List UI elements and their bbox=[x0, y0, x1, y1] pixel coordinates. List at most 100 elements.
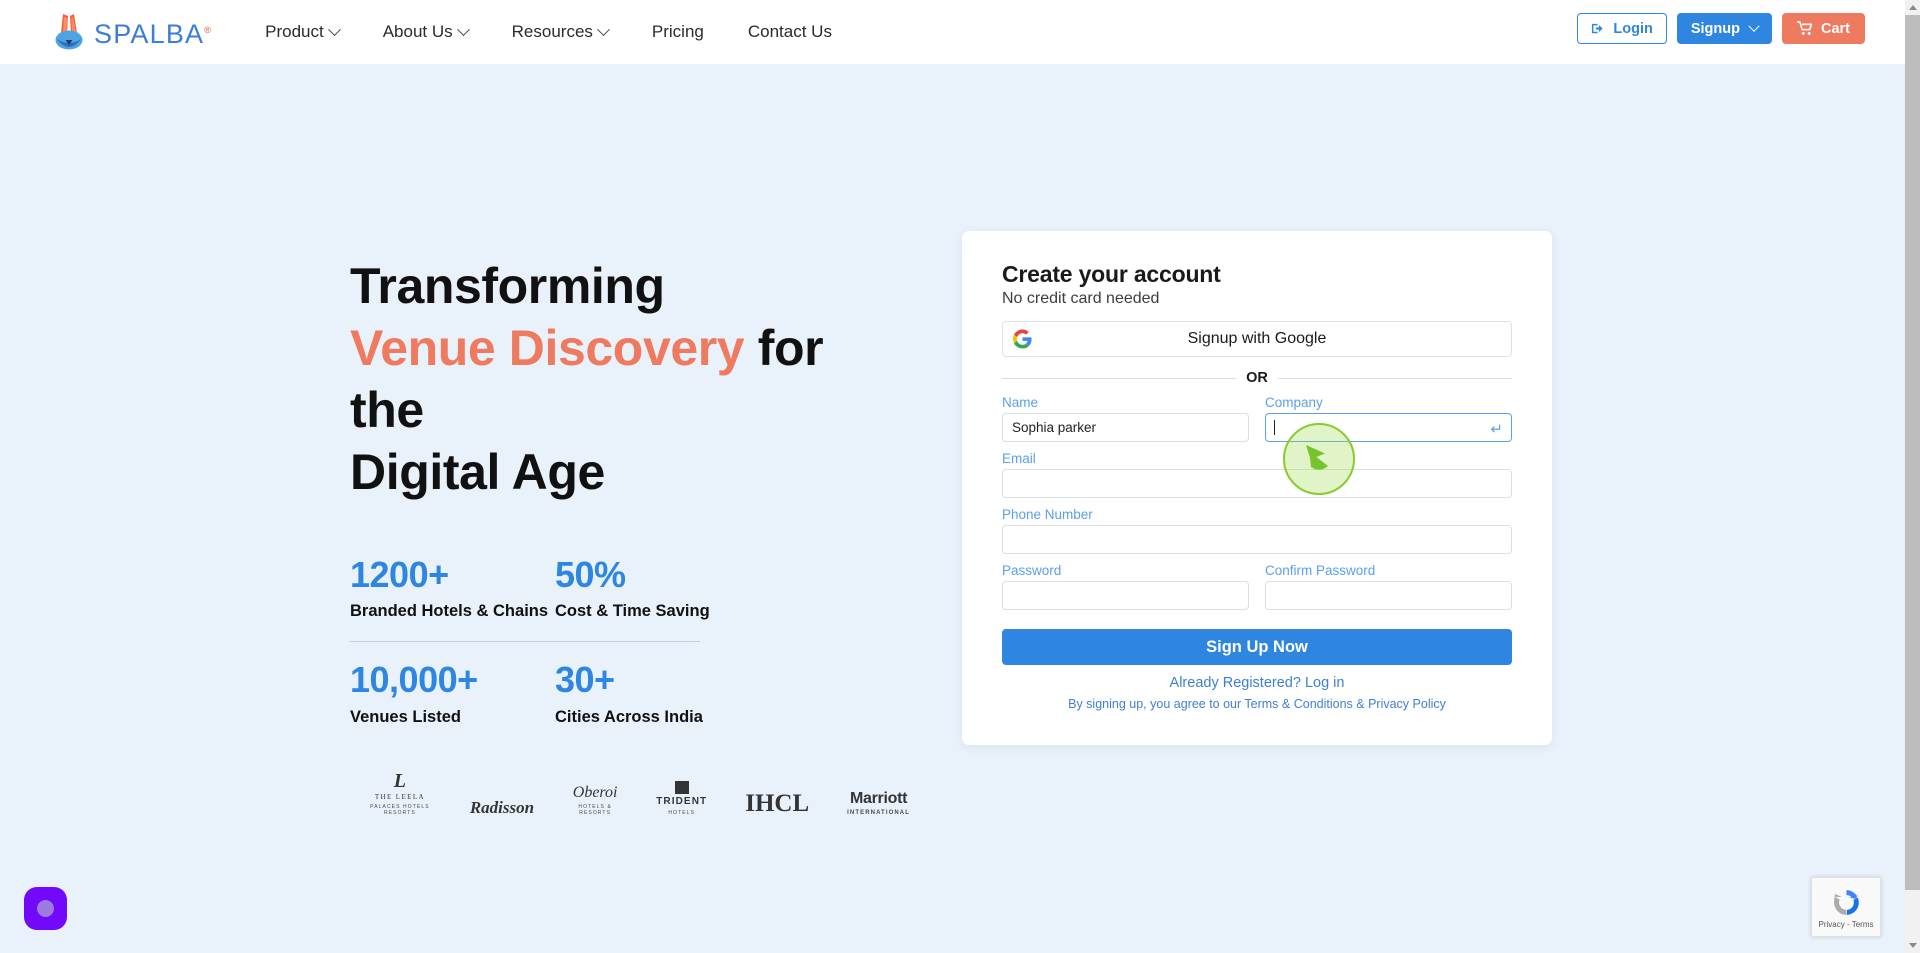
nav-label: Contact Us bbox=[747, 22, 832, 41]
password-field-group: Password bbox=[1002, 563, 1249, 610]
scroll-up-arrow[interactable] bbox=[1905, 0, 1920, 15]
card-title: Create your account bbox=[1002, 261, 1221, 287]
stat-cost-time-saving: 50% Cost & Time Saving bbox=[555, 554, 760, 621]
privacy-policy-link[interactable]: Privacy Policy bbox=[1368, 697, 1446, 711]
password-label: Password bbox=[1002, 563, 1062, 578]
brand-logo-ihcl: IHCL bbox=[745, 791, 809, 816]
spalba-logo[interactable]: SPALBA® bbox=[52, 11, 212, 53]
cart-button[interactable]: Cart bbox=[1781, 13, 1865, 44]
brand-logo-oberoi: Oberoi HOTELS & RESORTS bbox=[572, 783, 618, 816]
nav-item-pricing[interactable]: Pricing bbox=[652, 14, 704, 50]
email-label: Email bbox=[1002, 451, 1036, 466]
brand-logo-marriott: Marriott INTERNATIONAL bbox=[847, 790, 910, 816]
terms-prefix: By signing up, you agree to our bbox=[1068, 697, 1245, 711]
password-input[interactable] bbox=[1002, 581, 1249, 610]
stat-value: 50% bbox=[555, 554, 626, 595]
site-header: SPALBA® Product About Us Resources Prici… bbox=[0, 0, 1905, 64]
email-input[interactable] bbox=[1002, 469, 1512, 498]
brand-subtitle: HOTELS & RESORTS bbox=[578, 803, 612, 816]
signup-button[interactable]: Signup bbox=[1676, 13, 1772, 44]
stat-value: 30+ bbox=[555, 659, 615, 701]
header-actions: Login Signup Cart bbox=[1577, 13, 1865, 44]
hero-stats: 1200+ Branded Hotels & Chains 50% Cost &… bbox=[350, 554, 760, 727]
company-input[interactable] bbox=[1265, 413, 1512, 442]
trident-glyph-icon bbox=[674, 780, 689, 794]
scrollbar-thumb[interactable] bbox=[1905, 15, 1920, 890]
confirm-password-label: Confirm Password bbox=[1265, 563, 1376, 578]
brand-logo-radisson: Radisson bbox=[470, 799, 534, 816]
chat-bubble-icon bbox=[37, 900, 54, 917]
confirm-password-input[interactable] bbox=[1265, 581, 1512, 610]
email-field-group: Email bbox=[1002, 451, 1512, 498]
chevron-down-icon bbox=[327, 22, 341, 36]
phone-input[interactable] bbox=[1002, 525, 1512, 554]
recaptcha-badge[interactable]: Privacy - Terms bbox=[1811, 877, 1881, 937]
page-scrollbar[interactable] bbox=[1905, 0, 1920, 953]
already-registered-login-link[interactable]: Already Registered? Log in bbox=[1002, 675, 1512, 691]
hero-title: Transforming Venue Discovery for the Dig… bbox=[350, 255, 910, 503]
recaptcha-logo-icon bbox=[1833, 889, 1859, 915]
hero-left-column: Transforming Venue Discovery for the Dig… bbox=[350, 255, 910, 816]
chevron-down-icon bbox=[456, 22, 470, 36]
main-navigation: Product About Us Resources Pricing Conta… bbox=[265, 14, 832, 50]
nav-item-resources[interactable]: Resources bbox=[511, 14, 610, 50]
brand-logo-trident: TRIDENT HOTELS bbox=[656, 780, 708, 816]
hero-section: Transforming Venue Discovery for the Dig… bbox=[0, 64, 1905, 953]
scroll-down-arrow[interactable] bbox=[1905, 938, 1920, 953]
google-g-icon bbox=[1013, 329, 1032, 349]
nav-label: Pricing bbox=[651, 22, 704, 41]
signup-label: Signup bbox=[1690, 20, 1740, 37]
name-field-group: Name bbox=[1002, 395, 1249, 442]
name-input[interactable] bbox=[1002, 413, 1249, 442]
or-label: OR bbox=[1246, 370, 1268, 386]
divider-line-right bbox=[1277, 377, 1512, 379]
name-label: Name bbox=[1002, 395, 1039, 410]
or-divider: OR bbox=[1002, 370, 1512, 386]
hero-title-line3: Digital Age bbox=[350, 444, 605, 500]
nav-item-product[interactable]: Product bbox=[265, 14, 341, 50]
google-button-label: Signup with Google bbox=[1187, 330, 1327, 347]
chat-launcher-button[interactable] bbox=[24, 887, 67, 930]
logo-wordmark: SPALBA® bbox=[94, 18, 213, 49]
brand-subtitle: PALACES HOTELS RESORTS bbox=[370, 803, 430, 816]
terms-notice: By signing up, you agree to our Terms & … bbox=[1002, 697, 1512, 711]
brand-mark: Oberoi bbox=[572, 783, 618, 801]
nav-label: Resources bbox=[511, 22, 593, 41]
brand-mark: TRIDENT bbox=[656, 795, 708, 807]
terms-conditions-link[interactable]: Terms & Conditions bbox=[1244, 697, 1352, 711]
hero-title-line1: Transforming bbox=[350, 258, 665, 314]
password-row: Password Confirm Password bbox=[1002, 563, 1512, 610]
stat-label: Cost & Time Saving bbox=[555, 602, 710, 621]
stat-value: 1200+ bbox=[350, 554, 449, 595]
brand-mark: Radisson bbox=[469, 797, 535, 817]
company-label: Company bbox=[1265, 395, 1323, 410]
signup-with-google-button[interactable]: Signup with Google bbox=[1002, 321, 1512, 357]
nav-item-about-us[interactable]: About Us bbox=[383, 14, 470, 50]
spalba-rabbit-icon bbox=[55, 14, 83, 50]
confirm-password-field-group: Confirm Password bbox=[1265, 563, 1512, 610]
page-root: SPALBA® Product About Us Resources Prici… bbox=[0, 0, 1920, 953]
brand-subtitle: HOTELS bbox=[668, 809, 696, 816]
sign-in-icon bbox=[1592, 23, 1603, 34]
nav-item-contact-us[interactable]: Contact Us bbox=[748, 14, 832, 50]
login-button[interactable]: Login bbox=[1577, 13, 1667, 44]
cart-label: Cart bbox=[1820, 20, 1850, 37]
signup-card: Create your account No credit card neede… bbox=[962, 231, 1552, 745]
stats-divider bbox=[350, 641, 700, 643]
stat-label: Cities Across India bbox=[555, 707, 703, 726]
nav-label: Product bbox=[265, 22, 324, 41]
company-field-group: Company ↵ bbox=[1265, 395, 1512, 442]
terms-amp: & bbox=[1352, 697, 1369, 711]
triangle-up-icon bbox=[1908, 5, 1917, 10]
stats-row-top: 1200+ Branded Hotels & Chains 50% Cost &… bbox=[350, 554, 760, 621]
stats-row-bottom: 10,000+ Venues Listed 30+ Cities Across … bbox=[350, 659, 760, 726]
card-subtitle: No credit card needed bbox=[1002, 290, 1160, 307]
brand-logo-the-leela: L THE LEELA PALACES HOTELS RESORTS bbox=[368, 771, 432, 816]
sign-up-now-button[interactable]: Sign Up Now bbox=[1002, 629, 1512, 665]
brand-subtitle: INTERNATIONAL bbox=[847, 809, 910, 816]
stat-label: Branded Hotels & Chains bbox=[350, 602, 549, 621]
brand-mark: IHCL bbox=[745, 789, 810, 817]
recaptcha-privacy-terms[interactable]: Privacy - Terms bbox=[1819, 920, 1874, 929]
chevron-down-icon bbox=[597, 22, 610, 36]
partner-brand-logos: L THE LEELA PALACES HOTELS RESORTS Radis… bbox=[368, 771, 910, 816]
